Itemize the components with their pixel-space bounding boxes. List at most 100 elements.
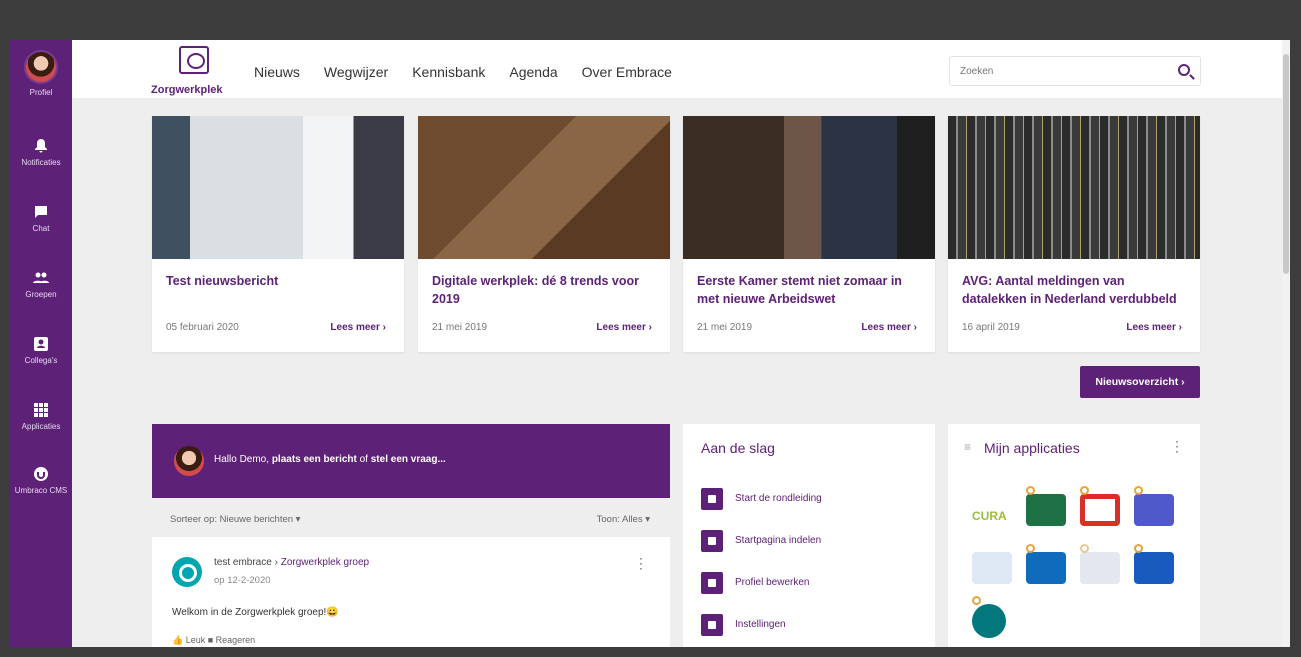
edit-profile-item[interactable]: Profiel bewerken [701, 572, 921, 596]
post-body: Welkom in de Zorgwerkplek groep!😀 [172, 607, 339, 618]
sidebar-item-collegas[interactable]: Collega's [10, 336, 72, 365]
filter-dropdown[interactable]: Toon: Alles ▾ [597, 514, 650, 525]
post-connector: of [359, 454, 368, 465]
app-badge-icon [1026, 486, 1035, 495]
chevron-right-icon: › [274, 557, 278, 568]
drag-handle-icon[interactable]: ≡ [964, 440, 971, 454]
item-label: Profiel bewerken [735, 577, 810, 588]
sort-dropdown[interactable]: Sorteer op: Nieuwe berichten ▾ [170, 514, 300, 525]
news-card[interactable]: Digitale werkplek: dé 8 trends voor 2019… [418, 116, 670, 352]
read-more-link[interactable]: Lees meer › [596, 322, 652, 333]
layout-icon [701, 530, 723, 552]
post-prompt-text[interactable]: Hallo Demo, plaats een bericht of stel e… [214, 454, 446, 465]
search-input[interactable] [950, 57, 1160, 85]
news-date: 16 april 2019 [962, 322, 1020, 333]
app-gmail-icon[interactable] [1080, 494, 1120, 526]
tour-icon [701, 488, 723, 510]
news-title[interactable]: AVG: Aantal meldingen van datalekken in … [962, 272, 1190, 308]
getting-started-panel: Aan de slag Start de rondleiding Startpa… [683, 424, 935, 647]
sidebar-item-applicaties[interactable]: Applicaties [10, 402, 72, 431]
start-tour-item[interactable]: Start de rondleiding [701, 488, 921, 512]
news-image[interactable] [418, 116, 670, 259]
page-scrollbar[interactable] [1282, 40, 1290, 647]
read-more-link[interactable]: Lees meer › [330, 322, 386, 333]
gear-icon [701, 614, 723, 636]
more-options-icon[interactable]: ⋮ [634, 555, 648, 572]
news-image[interactable] [683, 116, 935, 259]
sidebar-item-profiel[interactable]: Profiel [10, 50, 72, 97]
app-notepad-icon[interactable] [972, 552, 1012, 584]
search-icon[interactable] [1178, 64, 1190, 76]
layout-homepage-item[interactable]: Startpagina indelen [701, 530, 921, 554]
app-excel-icon[interactable] [1026, 494, 1066, 526]
nav-agenda[interactable]: Agenda [509, 64, 557, 80]
sidebar-item-groepen[interactable]: Groepen [10, 270, 72, 299]
app-badge-icon [1026, 544, 1035, 553]
news-title[interactable]: Eerste Kamer stemt niet zomaar in met ni… [697, 272, 925, 308]
panel-title: Aan de slag [701, 440, 775, 456]
app-paint-icon[interactable] [1080, 552, 1120, 584]
nav-nieuws[interactable]: Nieuws [254, 64, 300, 80]
contact-card-icon [34, 337, 48, 351]
post-date: op 12-2-2020 [214, 575, 271, 586]
sidebar-item-label: Groepen [25, 290, 57, 299]
settings-item[interactable]: Instellingen [701, 614, 921, 638]
app-badge-icon [1080, 544, 1089, 553]
read-more-link[interactable]: Lees meer › [1126, 322, 1182, 333]
group-link[interactable]: Zorgwerkplek groep [281, 557, 369, 568]
app-badge-icon [1080, 486, 1089, 495]
item-label: Start de rondleiding [735, 493, 822, 504]
news-image[interactable] [152, 116, 404, 259]
sidebar-item-chat[interactable]: Chat [10, 204, 72, 233]
search-box [949, 56, 1201, 86]
logo-text[interactable]: Zorgwerkplek [151, 84, 223, 96]
sidebar: Profiel Notificaties Chat Groepen Colleg… [10, 40, 72, 647]
nav-over-embrace[interactable]: Over Embrace [582, 64, 672, 80]
sidebar-item-label: Umbraco CMS [14, 486, 68, 495]
top-header: Zorgwerkplek Nieuws Wegwijzer Kennisbank… [72, 40, 1290, 98]
sidebar-item-notificaties[interactable]: Notificaties [10, 138, 72, 167]
news-card[interactable]: Eerste Kamer stemt niet zomaar in met ni… [683, 116, 935, 352]
nav-wegwijzer[interactable]: Wegwijzer [324, 64, 388, 80]
post-message-link[interactable]: plaats een bericht [272, 454, 357, 465]
app-sharepoint-icon[interactable] [972, 604, 1006, 638]
nav-kennisbank[interactable]: Kennisbank [412, 64, 485, 80]
news-date: 21 mei 2019 [432, 322, 488, 333]
author-name[interactable]: test embrace [214, 557, 272, 568]
feed-post: test embrace › Zorgwerkplek groep op 12-… [152, 537, 670, 647]
app-cura[interactable]: CURA [972, 500, 1012, 532]
app-badge-icon [972, 596, 981, 605]
more-options-icon[interactable]: ⋮ [1170, 438, 1184, 455]
sidebar-item-label: Notificaties [21, 158, 61, 167]
news-card[interactable]: AVG: Aantal meldingen van datalekken in … [948, 116, 1200, 352]
logo-icon[interactable] [179, 46, 209, 74]
post-prompt[interactable]: Hallo Demo, plaats een bericht of stel e… [152, 424, 670, 498]
browser-viewport: Profiel Notificaties Chat Groepen Colleg… [10, 40, 1290, 647]
news-date: 21 mei 2019 [697, 322, 753, 333]
news-card[interactable]: Test nieuwsbericht 05 februari 2020 Lees… [152, 116, 404, 352]
read-more-link[interactable]: Lees meer › [861, 322, 917, 333]
sidebar-item-label: Profiel [29, 88, 53, 97]
post-actions[interactable]: 👍 Leuk ■ Reageren [172, 635, 255, 646]
screen-border [0, 0, 1301, 40]
news-title[interactable]: Test nieuwsbericht [166, 272, 394, 290]
app-badge-icon [1134, 544, 1143, 553]
news-overview-button[interactable]: Nieuwsoverzicht › [1080, 366, 1200, 398]
news-title[interactable]: Digitale werkplek: dé 8 trends voor 2019 [432, 272, 660, 308]
app-teams-icon[interactable] [1134, 494, 1174, 526]
app-word-icon[interactable] [1134, 552, 1174, 584]
app-outlook-icon[interactable] [1026, 552, 1066, 584]
avatar [174, 446, 204, 476]
scrollbar-thumb[interactable] [1283, 54, 1289, 274]
my-apps-panel: ≡ Mijn applicaties ⋮ CURA [948, 424, 1200, 647]
umbraco-icon [34, 467, 48, 481]
avatar [24, 50, 58, 84]
ask-question-link[interactable]: stel een vraag... [371, 454, 446, 465]
chat-icon [35, 206, 47, 218]
sidebar-item-umbraco[interactable]: Umbraco CMS [10, 466, 72, 495]
post-greeting: Hallo Demo, [214, 454, 270, 465]
feed-author-line: test embrace › Zorgwerkplek groep [214, 557, 369, 568]
news-image[interactable] [948, 116, 1200, 259]
author-avatar[interactable] [172, 557, 202, 587]
sidebar-item-label: Collega's [24, 356, 58, 365]
